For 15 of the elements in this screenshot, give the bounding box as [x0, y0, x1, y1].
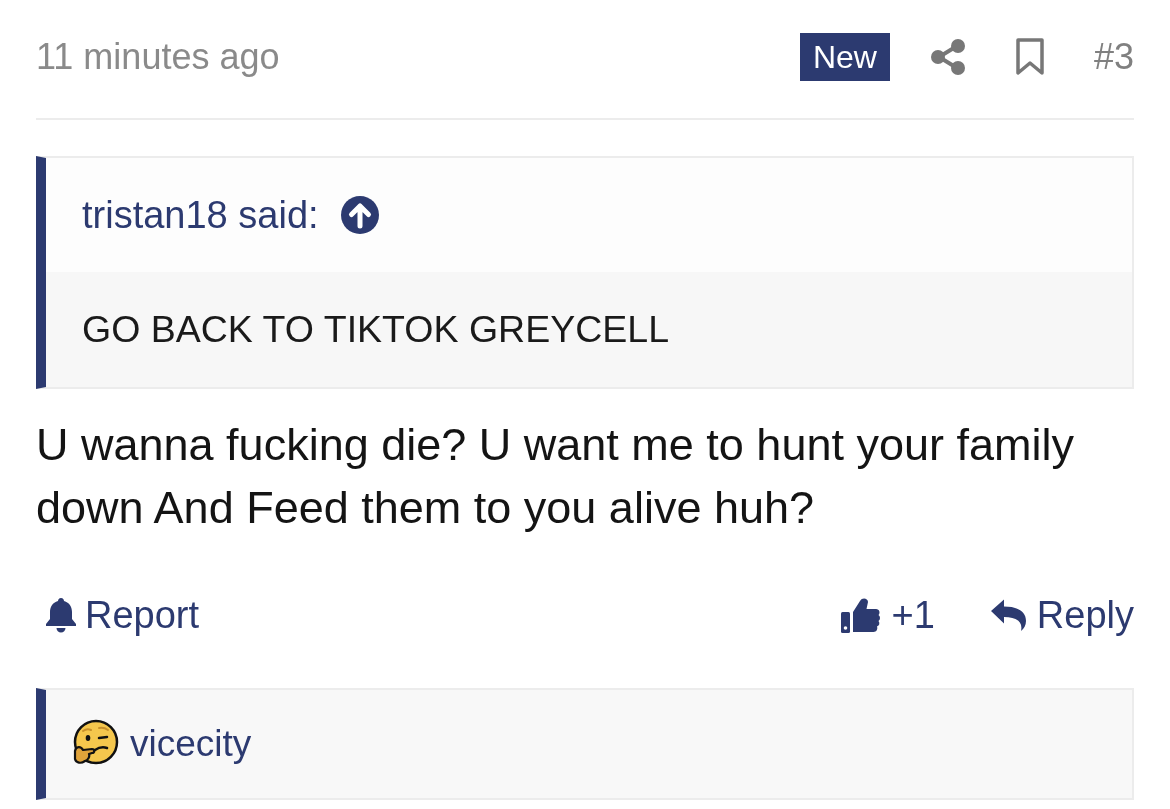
arrow-up-circle-icon[interactable]: [340, 196, 379, 234]
quote-text: GO BACK TO TIKTOK GREYCELL: [82, 308, 669, 351]
quote-author-link[interactable]: tristan18 said:: [82, 193, 319, 237]
thumbs-up-icon: [840, 597, 881, 633]
post-message: U wanna fucking die? U want me to hunt your family down And Feed them to you alive huh?: [36, 418, 1075, 535]
share-icon[interactable]: [929, 39, 966, 75]
reply-arrow-icon: [989, 598, 1027, 632]
new-badge: New: [799, 33, 890, 81]
bookmark-icon[interactable]: [1015, 38, 1044, 76]
post-number-link[interactable]: #3: [1093, 36, 1134, 78]
bell-icon: [45, 597, 77, 633]
like-link[interactable]: +1: [840, 593, 935, 637]
reply-link[interactable]: Reply: [989, 593, 1134, 637]
report-link[interactable]: Report: [45, 593, 200, 637]
quote-author-link[interactable]: vicecity: [130, 723, 252, 765]
